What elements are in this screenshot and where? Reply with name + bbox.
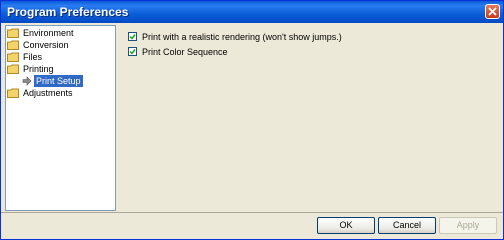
close-icon xyxy=(488,7,497,16)
preferences-window: Program Preferences Environment Conversi… xyxy=(0,0,504,240)
window-title: Program Preferences xyxy=(7,5,129,19)
tree-item-label: Adjustments xyxy=(23,88,73,98)
folder-icon xyxy=(7,64,19,74)
color-sequence-checkbox[interactable] xyxy=(128,47,137,56)
color-sequence-label: Print Color Sequence xyxy=(142,47,228,57)
realistic-rendering-checkbox[interactable] xyxy=(128,32,137,41)
folder-icon xyxy=(7,52,19,62)
button-divider xyxy=(1,212,503,213)
checkmark-icon xyxy=(129,49,136,55)
arrow-icon xyxy=(22,76,32,86)
title-bar[interactable]: Program Preferences xyxy=(1,1,503,23)
tree-item-label: Conversion xyxy=(23,40,69,50)
ok-button[interactable]: OK xyxy=(317,217,375,234)
tree-item-label: Environment xyxy=(23,28,74,38)
tree-item-label: Printing xyxy=(23,64,54,74)
cancel-button[interactable]: Cancel xyxy=(378,217,436,234)
settings-panel: Print with a realistic rendering (won't … xyxy=(118,25,501,211)
apply-button[interactable]: Apply xyxy=(439,217,497,234)
category-tree: Environment Conversion Files Printing Pr… xyxy=(5,25,116,211)
checkmark-icon xyxy=(129,34,136,40)
tree-item-label: Print Setup xyxy=(34,75,83,87)
close-button[interactable] xyxy=(485,4,500,19)
folder-icon xyxy=(7,28,19,38)
folder-icon xyxy=(7,88,19,98)
folder-icon xyxy=(7,40,19,50)
tree-item-label: Files xyxy=(23,52,43,62)
realistic-rendering-label: Print with a realistic rendering (won't … xyxy=(142,32,342,42)
